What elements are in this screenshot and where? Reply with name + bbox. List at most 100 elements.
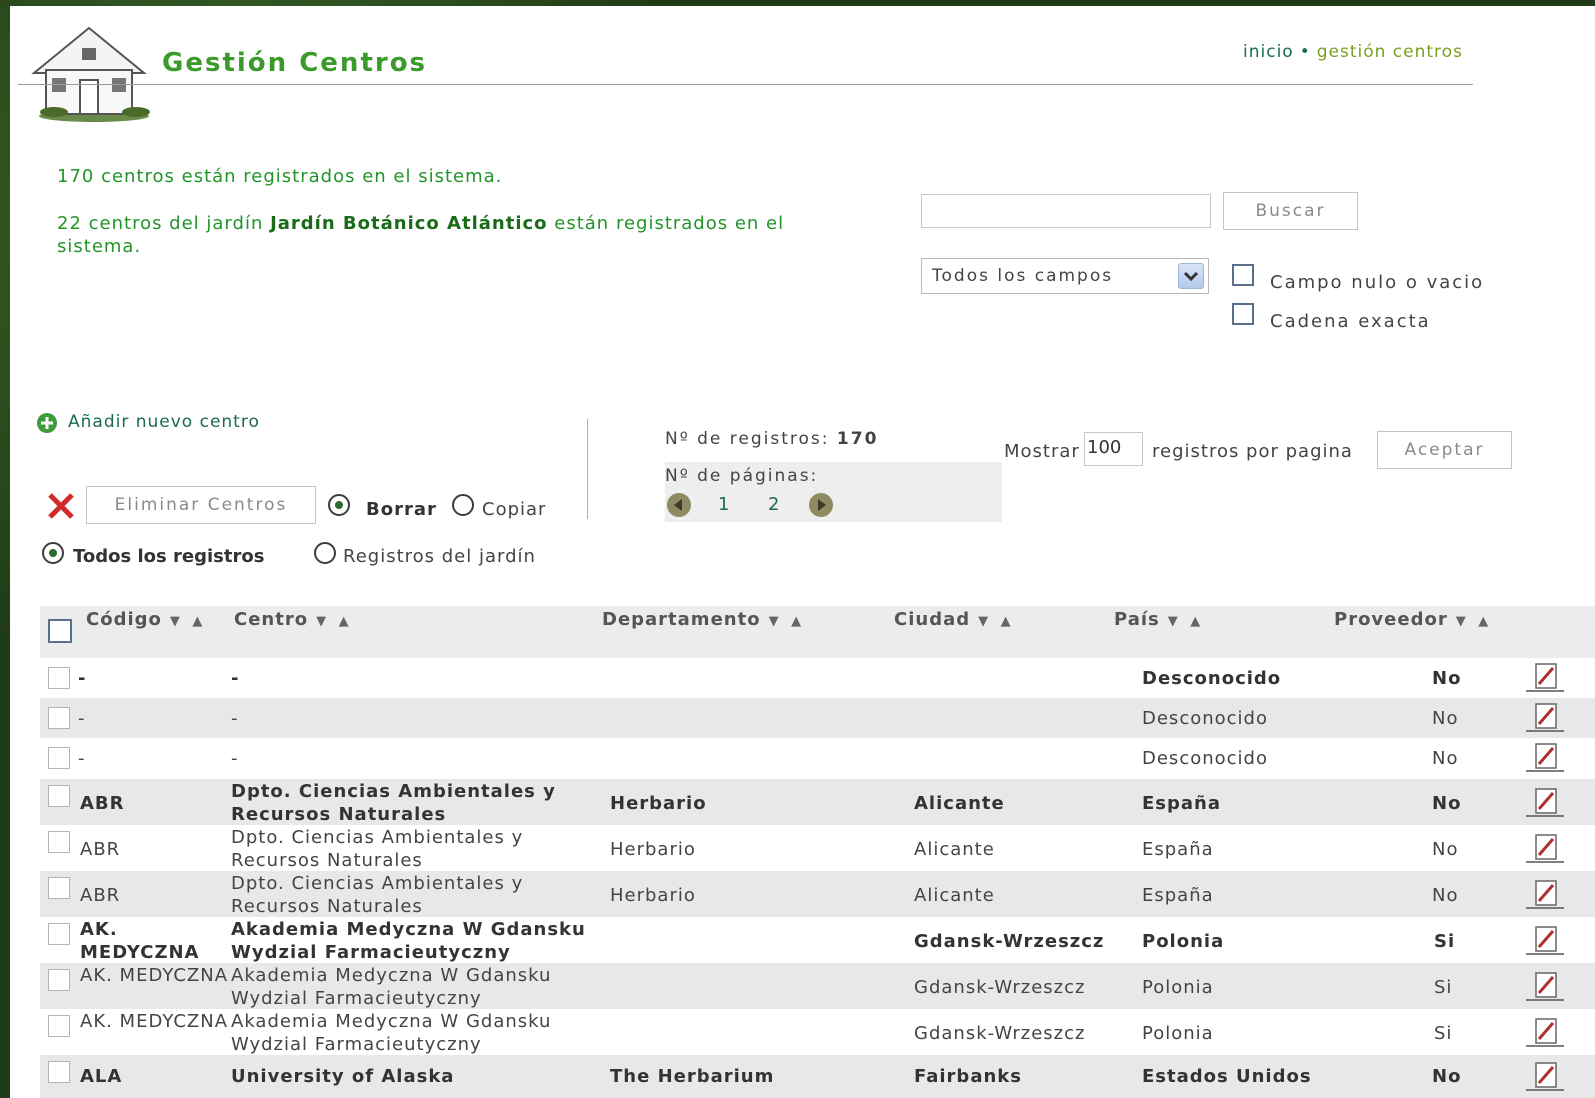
sort-arrows-icon[interactable]: ▼ ▲ bbox=[1456, 614, 1493, 629]
breadcrumb-separator: • bbox=[1299, 42, 1311, 62]
row-checkbox[interactable] bbox=[48, 969, 70, 991]
cell-centro: University of Alaska bbox=[231, 1066, 455, 1087]
breadcrumb: inicio • gestión centros bbox=[1243, 42, 1463, 62]
column-label: Proveedor bbox=[1334, 609, 1448, 630]
row-checkbox[interactable] bbox=[48, 1015, 70, 1037]
cell-codigo: ABR bbox=[80, 793, 125, 814]
records-per-page-input[interactable]: 100 bbox=[1084, 432, 1143, 466]
column-header-departamento[interactable]: Departamento ▼ ▲ bbox=[602, 609, 805, 630]
sort-arrows-icon[interactable]: ▼ ▲ bbox=[170, 614, 207, 629]
row-checkbox[interactable] bbox=[48, 785, 70, 807]
search-field-select[interactable]: Todos los campos bbox=[921, 258, 1209, 294]
cell-departamento: The Herbarium bbox=[610, 1066, 775, 1087]
next-page-icon[interactable] bbox=[809, 493, 833, 517]
row-checkbox[interactable] bbox=[48, 707, 70, 729]
table-row: - - Desconocido No bbox=[40, 738, 1595, 778]
cell-codigo: ALA bbox=[80, 1066, 123, 1087]
edit-icon[interactable] bbox=[1526, 787, 1564, 817]
cell-departamento: Herbario bbox=[610, 885, 696, 906]
search-input[interactable] bbox=[921, 194, 1211, 228]
search-field-select-value: Todos los campos bbox=[932, 266, 1114, 286]
edit-icon[interactable] bbox=[1526, 971, 1564, 1001]
cell-centro: Akademia Medyczna W Gdansku Wydzial Farm… bbox=[231, 965, 552, 1009]
cell-centro: - bbox=[231, 668, 240, 689]
edit-icon[interactable] bbox=[1526, 702, 1564, 732]
delete-icon bbox=[48, 493, 74, 519]
cell-codigo: - bbox=[78, 748, 86, 769]
row-checkbox[interactable] bbox=[48, 667, 70, 689]
garden-records-radio[interactable] bbox=[314, 542, 336, 564]
edit-icon[interactable] bbox=[1526, 925, 1564, 955]
edit-icon[interactable] bbox=[1526, 662, 1564, 692]
cell-codigo: - bbox=[78, 708, 86, 729]
table-row: ALA University of Alaska The Herbarium F… bbox=[40, 1055, 1595, 1098]
cell-centro: Dpto. Ciencias Ambientales y Recursos Na… bbox=[231, 827, 524, 871]
row-checkbox[interactable] bbox=[48, 1061, 70, 1083]
edit-icon[interactable] bbox=[1526, 1061, 1564, 1091]
exact-string-checkbox[interactable] bbox=[1232, 303, 1254, 325]
accept-button[interactable]: Aceptar bbox=[1377, 431, 1512, 469]
table-row: ABR Dpto. Ciencias Ambientales y Recurso… bbox=[40, 871, 1595, 917]
cell-pais: España bbox=[1142, 839, 1214, 860]
edit-icon[interactable] bbox=[1526, 833, 1564, 863]
search-button[interactable]: Buscar bbox=[1223, 192, 1358, 230]
row-checkbox[interactable] bbox=[48, 877, 70, 899]
table-row: - - Desconocido No bbox=[40, 658, 1595, 698]
cell-proveedor: No bbox=[1432, 1066, 1462, 1087]
sort-arrows-icon[interactable]: ▼ ▲ bbox=[769, 614, 806, 629]
cell-pais: España bbox=[1142, 793, 1222, 814]
cell-centro: - bbox=[231, 708, 239, 729]
show-label: Mostrar bbox=[1004, 441, 1080, 462]
add-new-center-link[interactable]: Añadir nuevo centro bbox=[68, 412, 260, 432]
table-row: ABR Dpto. Ciencias Ambientales y Recurso… bbox=[40, 779, 1595, 825]
chevron-down-icon[interactable] bbox=[1178, 263, 1204, 289]
cell-codigo: AK. MEDYCZNA bbox=[80, 965, 229, 986]
table-header: Código ▼ ▲ Centro ▼ ▲ Departamento ▼ ▲ Ciud… bbox=[40, 606, 1595, 658]
table-row: - - Desconocido No bbox=[40, 698, 1595, 738]
cell-proveedor: No bbox=[1432, 793, 1462, 814]
edit-icon[interactable] bbox=[1526, 879, 1564, 909]
cell-departamento: Herbario bbox=[610, 839, 696, 860]
cell-codigo: AK. MEDYCZNA bbox=[80, 919, 200, 963]
exact-string-label: Cadena exacta bbox=[1270, 311, 1431, 332]
section-divider bbox=[587, 419, 588, 519]
all-records-radio[interactable] bbox=[42, 542, 64, 564]
header-divider bbox=[18, 84, 1473, 85]
prev-page-icon[interactable] bbox=[667, 493, 691, 517]
main-panel: Gestión Centros inicio • gestión centros 1… bbox=[10, 6, 1595, 1098]
row-checkbox[interactable] bbox=[48, 923, 70, 945]
records-count: 170 bbox=[836, 429, 879, 449]
edit-icon[interactable] bbox=[1526, 742, 1564, 772]
column-header-centro[interactable]: Centro ▼ ▲ bbox=[234, 609, 353, 630]
null-field-checkbox[interactable] bbox=[1232, 264, 1254, 286]
row-checkbox[interactable] bbox=[48, 747, 70, 769]
page-link[interactable]: 1 bbox=[718, 494, 729, 515]
cell-pais: Estados Unidos bbox=[1142, 1066, 1312, 1087]
column-header-proveedor[interactable]: Proveedor ▼ ▲ bbox=[1334, 609, 1492, 630]
copy-mode-radio[interactable] bbox=[452, 494, 474, 516]
sort-arrows-icon[interactable]: ▼ ▲ bbox=[978, 614, 1015, 629]
cell-pais: Polonia bbox=[1142, 931, 1225, 952]
delete-centers-button[interactable]: Eliminar Centros bbox=[86, 486, 316, 524]
cell-ciudad: Gdansk-Wrzeszcz bbox=[914, 1023, 1086, 1044]
page-title: Gestión Centros bbox=[162, 48, 428, 78]
cell-pais: Polonia bbox=[1142, 1023, 1214, 1044]
delete-mode-radio[interactable] bbox=[328, 494, 350, 516]
select-all-checkbox[interactable] bbox=[48, 619, 72, 643]
edit-icon[interactable] bbox=[1526, 1017, 1564, 1047]
column-header-codigo[interactable]: Código ▼ ▲ bbox=[86, 609, 206, 630]
add-icon[interactable] bbox=[36, 412, 58, 434]
breadcrumb-home-link[interactable]: inicio bbox=[1243, 42, 1294, 62]
cell-pais: Desconocido bbox=[1142, 748, 1268, 769]
sort-arrows-icon[interactable]: ▼ ▲ bbox=[316, 614, 353, 629]
garden-records-label: Registros del jardín bbox=[343, 546, 536, 567]
table-row: ABR Dpto. Ciencias Ambientales y Recurso… bbox=[40, 825, 1595, 871]
cell-centro: Akademia Medyczna W Gdansku Wydzial Farm… bbox=[231, 919, 586, 963]
column-header-pais[interactable]: País ▼ ▲ bbox=[1114, 609, 1204, 630]
cell-centro: Dpto. Ciencias Ambientales y Recursos Na… bbox=[231, 781, 556, 825]
sort-arrows-icon[interactable]: ▼ ▲ bbox=[1168, 614, 1205, 629]
page-link[interactable]: 2 bbox=[768, 494, 779, 515]
column-header-ciudad[interactable]: Ciudad ▼ ▲ bbox=[894, 609, 1015, 630]
cell-ciudad: Alicante bbox=[914, 839, 995, 860]
row-checkbox[interactable] bbox=[48, 831, 70, 853]
